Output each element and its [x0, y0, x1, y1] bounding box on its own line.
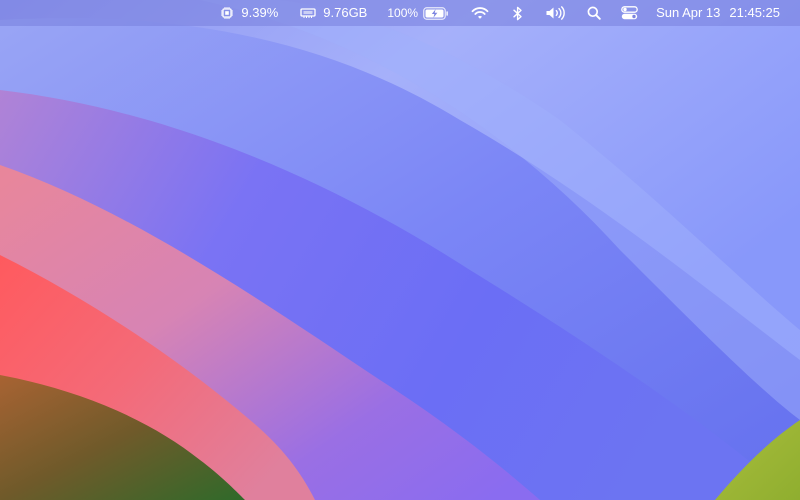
bluetooth-status[interactable] — [513, 0, 523, 26]
control-center-toggle-icon — [621, 6, 638, 20]
battery-percent: 100% — [387, 6, 419, 20]
clock-time: 21:45:25 — [729, 5, 780, 20]
cpu-usage-value: 9.39% — [241, 5, 279, 20]
battery-status[interactable]: 100% — [387, 0, 449, 26]
bluetooth-icon — [513, 6, 523, 21]
desktop-wallpaper — [0, 0, 800, 500]
battery-charging-icon — [423, 6, 449, 20]
control-center-button[interactable] — [621, 0, 638, 26]
memory-usage-value: 9.76GB — [323, 5, 368, 20]
wifi-icon — [471, 6, 489, 20]
volume-status[interactable] — [545, 0, 567, 26]
search-icon — [587, 6, 601, 20]
memory-usage-status[interactable]: 9.76GB — [300, 0, 367, 26]
cpu-usage-status[interactable]: 9.39% — [220, 0, 278, 26]
cpu-chip-icon — [220, 6, 234, 20]
clock-date: Sun Apr 13 — [656, 5, 721, 20]
wifi-status[interactable] — [471, 0, 489, 26]
memory-module-icon — [300, 7, 316, 19]
spotlight-search-button[interactable] — [587, 0, 601, 26]
speaker-volume-icon — [545, 6, 567, 20]
menu-bar: 9.39% 9.76GB 100% Sun Apr 13 21:45:25 — [0, 0, 800, 26]
desktop: 9.39% 9.76GB 100% Sun Apr 13 21:45:25 — [0, 0, 800, 500]
menu-bar-clock[interactable]: Sun Apr 13 21:45:25 — [656, 0, 780, 26]
